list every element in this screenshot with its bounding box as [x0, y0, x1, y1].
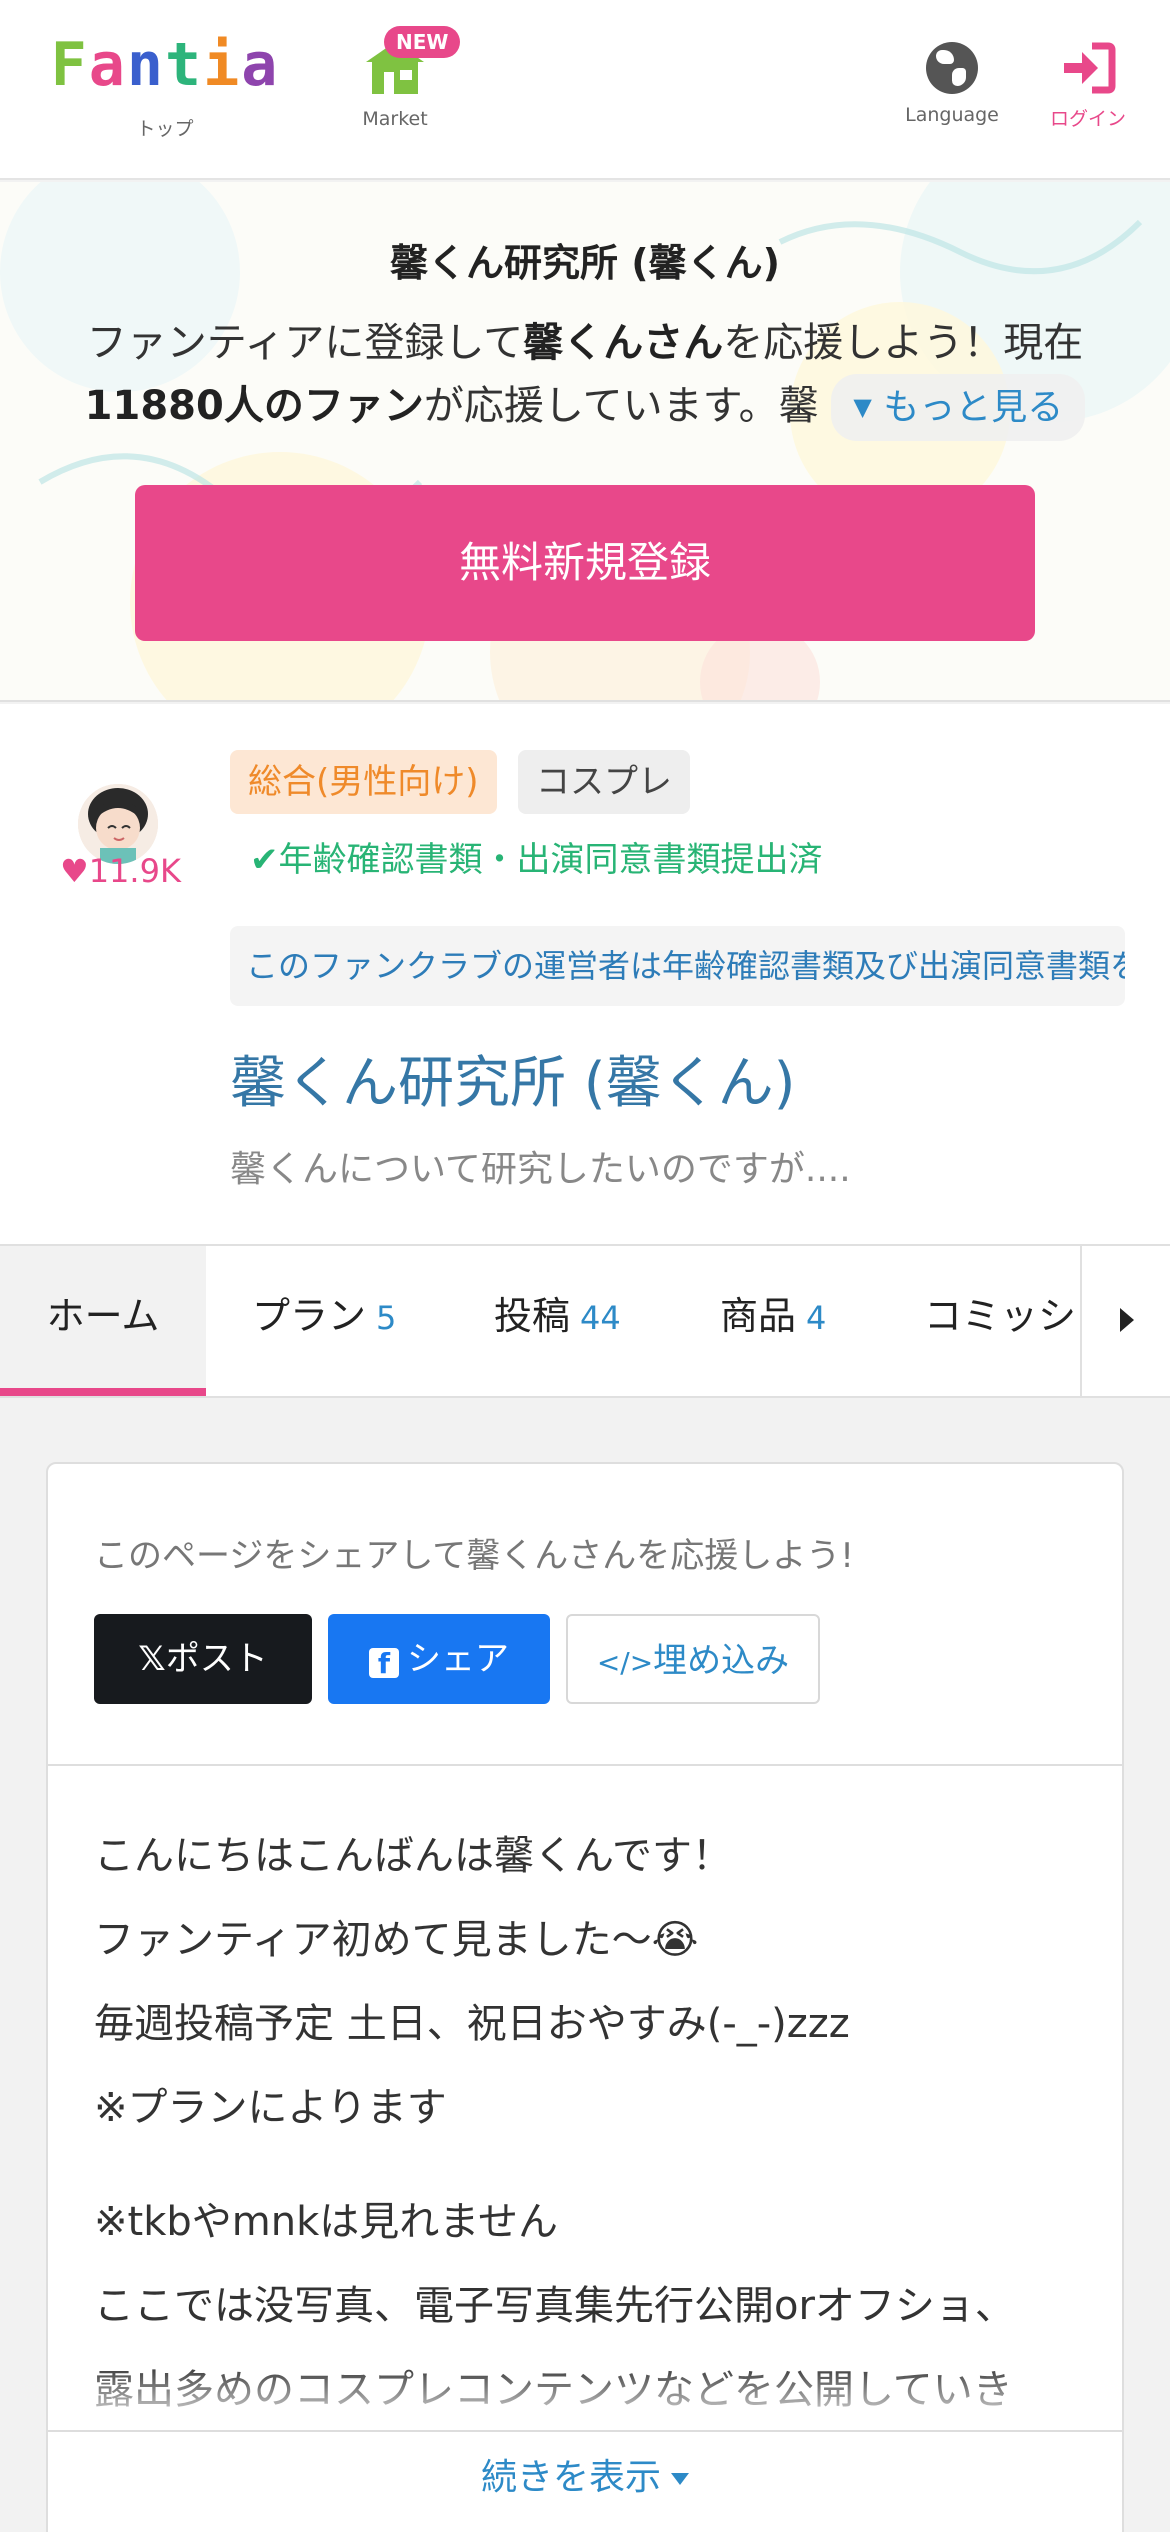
tab-products-label: 商品: [720, 1294, 797, 1338]
logo-letter: n: [126, 30, 165, 100]
facebook-share-label: シェア: [407, 1639, 509, 1679]
code-icon: </>: [596, 1646, 654, 1679]
x-post-button[interactable]: 𝕏ポスト: [94, 1614, 312, 1704]
verification-notice: このファンクラブの運営者は年齢確認書類及び出演同意書類を提出済みです: [230, 926, 1125, 1006]
nav-market[interactable]: NEW Market: [340, 26, 461, 130]
market-shop-icon: NEW: [360, 26, 461, 98]
logo-letter: F: [50, 30, 89, 100]
globe-icon: [926, 42, 978, 94]
tag-general-male[interactable]: 総合(男性向け): [230, 750, 497, 814]
hero-desc-text: を応援しよう！現在: [723, 320, 1084, 366]
hero-desc-fans: 11880人のファン: [84, 383, 424, 429]
embed-label: 埋め込み: [653, 1641, 790, 1681]
tab-home-label: ホーム: [46, 1294, 160, 1338]
tab-posts[interactable]: 投稿 44: [494, 1246, 621, 1396]
tab-commissions-label: コミッション: [924, 1294, 1080, 1338]
nav-language-label: Language: [905, 104, 999, 126]
description-line: ※tkbやmnkは見れません: [94, 2199, 559, 2245]
fantia-logo: Fantia: [40, 30, 290, 100]
heart-icon: ♥: [60, 852, 89, 890]
verified-documents: ✔年齢確認書類・出演同意書類提出済: [250, 832, 823, 881]
description-fade: [48, 2364, 1122, 2430]
free-signup-button[interactable]: 無料新規登録: [135, 485, 1035, 641]
show-more-button[interactable]: ▼ もっと見る: [831, 374, 1086, 441]
nav-top[interactable]: Fantia トップ: [40, 30, 290, 141]
nav-language[interactable]: Language: [892, 30, 1012, 126]
x-logo-icon: 𝕏: [138, 1639, 166, 1679]
tab-commissions[interactable]: コミッション: [924, 1246, 1080, 1396]
nav-top-label: トップ: [136, 118, 194, 140]
likes-value: 11.9K: [88, 852, 181, 890]
nav-login[interactable]: ログイン: [1040, 30, 1136, 131]
logo-letter: a: [241, 30, 280, 100]
caret-down-icon: ▼: [853, 393, 872, 421]
tab-posts-count: 44: [580, 1299, 621, 1337]
check-icon: ✔: [250, 840, 279, 880]
description-line: ここでは没写真、電子写真集先行公開orオフショ、: [94, 2283, 1015, 2329]
facebook-share-button[interactable]: f シェア: [328, 1614, 550, 1704]
show-continuation-button[interactable]: 続きを表示: [48, 2430, 1122, 2500]
site-header: Fantia トップ NEW Market Language ログイン: [0, 0, 1170, 180]
verified-label: 年齢確認書類・出演同意書類提出済: [278, 840, 823, 880]
description-line: 毎週投稿予定 土日、祝日おやすみ(-_-)zzz: [94, 2001, 850, 2047]
tab-plans-count: 5: [376, 1299, 397, 1337]
tab-products-count: 4: [806, 1299, 827, 1337]
logo-letter: a: [88, 30, 127, 100]
tabs-scroll-right-arrow-icon[interactable]: [1080, 1246, 1170, 1396]
fanclub-catchphrase: 馨くんについて研究したいのですが....: [230, 1149, 851, 1190]
login-icon: [1060, 42, 1116, 94]
share-prompt: このページをシェアして馨くんさんを応援しよう!: [94, 1536, 854, 1576]
hero-title: 馨くん研究所 (馨くん): [390, 241, 780, 285]
nav-market-label: Market: [362, 108, 428, 130]
description-line: こんにちはこんばんは馨くんです！: [94, 1833, 732, 1879]
hero-desc-creator: 馨くんさん: [523, 320, 724, 366]
hero-desc-text: ファンティアに登録して: [86, 320, 524, 366]
hero-description: ファンティアに登録して馨くんさんを応援しよう！現在 11880人のファンが応援し…: [60, 312, 1110, 441]
tab-plans[interactable]: プラン 5: [252, 1246, 396, 1396]
fanclub-description: こんにちはこんばんは馨くんです！ ファンティア初めて見ました〜😭 毎週投稿予定 …: [94, 1814, 1094, 2432]
likes-count: ♥11.9K: [60, 852, 181, 890]
tab-posts-label: 投稿: [494, 1294, 571, 1338]
new-badge: NEW: [384, 26, 461, 58]
fanclub-name[interactable]: 馨くん研究所 (馨くん): [230, 1038, 796, 1119]
tab-products[interactable]: 商品 4: [720, 1246, 826, 1396]
hero-banner: 馨くん研究所 (馨くん) ファンティアに登録して馨くんさんを応援しよう！現在 1…: [0, 182, 1170, 702]
embed-button[interactable]: </>埋め込み: [566, 1614, 820, 1704]
share-section: このページをシェアして馨くんさんを応援しよう! 𝕏ポスト f シェア </>埋め込…: [48, 1464, 1122, 1766]
tab-home[interactable]: ホーム: [0, 1246, 206, 1396]
tag-cosplay[interactable]: コスプレ: [518, 750, 690, 814]
x-post-label: ポスト: [165, 1639, 268, 1679]
show-continuation-label: 続きを表示: [480, 2457, 661, 2498]
logo-letter: i: [203, 30, 242, 100]
hero-desc-text: が応援しています。馨: [423, 383, 819, 429]
nav-login-label: ログイン: [1049, 108, 1126, 130]
facebook-icon: f: [369, 1648, 399, 1680]
home-content-card: このページをシェアして馨くんさんを応援しよう! 𝕏ポスト f シェア </>埋め込…: [46, 1462, 1124, 2532]
description-line: ※プランによります: [94, 2085, 447, 2131]
show-more-label: もっと見る: [883, 387, 1064, 428]
tab-plans-label: プラン: [252, 1294, 367, 1338]
description-line: ファンティア初めて見ました〜😭: [94, 1917, 699, 1963]
fanclub-profile: ♥11.9K 総合(男性向け) コスプレ ✔年齢確認書類・出演同意書類提出済 こ…: [0, 704, 1170, 1246]
logo-letter: t: [165, 30, 204, 100]
fanclub-tabs: ホーム プラン5 投稿44 商品4 コミッション: [0, 1246, 1170, 1398]
